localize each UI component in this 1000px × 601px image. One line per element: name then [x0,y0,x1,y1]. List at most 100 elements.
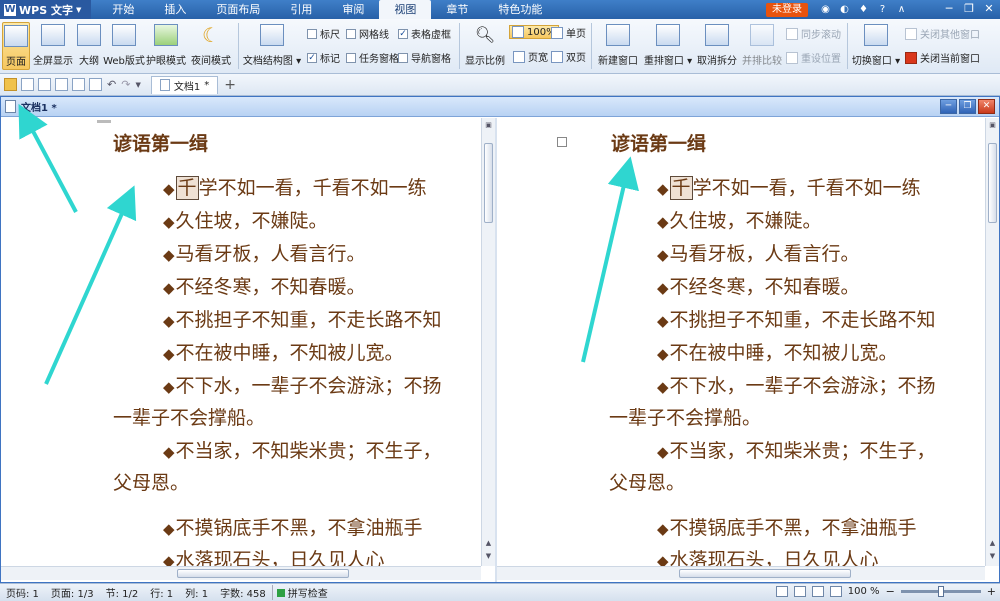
cancel-split-button[interactable]: 取消拆分 [696,22,738,70]
chevron-down-icon[interactable]: ▼ [135,81,140,89]
minimize-icon[interactable]: ─ [940,1,958,17]
reset-position-button[interactable]: 重设位置 [786,50,841,65]
close-current-window-button[interactable]: 关闭当前窗口 [905,50,980,65]
menu-home[interactable]: 开始 [97,0,149,19]
menu-page-layout[interactable]: 页面布局 [201,0,275,19]
night-mode-button[interactable]: ☾ 夜间模式 [191,22,231,70]
outline-view-icon[interactable] [811,586,824,597]
outline-button[interactable]: 大纲 [76,22,102,70]
status-words[interactable]: 字数: 458 [214,585,272,600]
doc-minimize-icon[interactable]: ─ [940,99,957,114]
hscroll-thumb[interactable] [177,569,349,578]
menu-view[interactable]: 视图 [379,0,432,19]
doc-close-icon[interactable]: ✕ [978,99,995,114]
wps-logo-icon: W [4,3,16,16]
page-width-button[interactable]: 页宽 [513,49,548,64]
read-view-icon[interactable] [793,586,806,597]
web-view-icon[interactable] [829,586,842,597]
page-view-icon[interactable] [775,586,788,597]
app-menu-button[interactable]: W WPS 文字 ▼ [0,0,92,19]
doc-line: ◆不经冬寒，不知春暖。 [163,276,366,298]
marks-checkbox[interactable]: ✓ 标记 [307,50,340,65]
document-tab[interactable]: 文档1 * [150,75,219,94]
new-window-button[interactable]: 新建窗口 [597,22,639,70]
scroll-split-icon[interactable]: ▣ [483,120,494,131]
split-icon [705,24,729,46]
view-page-button[interactable]: 页面 [2,22,30,70]
chevron-down-icon: ▼ [75,5,82,14]
login-button[interactable]: 未登录 [766,3,808,17]
restore-icon[interactable]: ❐ [960,1,978,17]
sync-icon[interactable]: ◉ [818,2,833,17]
redo-icon[interactable]: ↷ [121,78,130,91]
single-page-button[interactable]: 单页 [551,25,586,40]
double-page-button[interactable]: 双页 [551,49,586,64]
scroll-split-icon[interactable]: ▣ [987,120,998,131]
shirt-icon[interactable]: ♦ [856,2,871,17]
web-layout-button[interactable]: Web版式 [103,22,145,70]
checkbox-box [398,52,408,63]
zoom-out-icon[interactable]: − [886,585,895,598]
menu-review[interactable]: 审阅 [327,0,379,19]
scroll-down-icon[interactable]: ▼ [483,551,494,562]
nav-pane-checkbox[interactable]: 导航窗格 [398,50,451,65]
print-preview-icon[interactable] [72,78,85,91]
side-by-side-button[interactable]: 并排比较 [741,22,783,70]
menu-references[interactable]: 引用 [275,0,327,19]
scroll-thumb[interactable] [484,143,493,223]
doc-line: ◆久住坡，不嫌陡。 [163,210,328,232]
task-pane-checkbox[interactable]: 任务窗格 [346,50,399,65]
zoom-ratio-button[interactable]: 🔍︎ 显示比例 [465,22,505,70]
split-pane-right[interactable]: 谚语第一缉 ◆ 千学不如一看，千看不如一练 ◆久住坡，不嫌陡。 ◆马看牙板，人看言… [497,118,999,582]
page-icon [557,137,567,147]
fullscreen-button[interactable]: 全屏显示 [33,22,73,70]
add-tab-icon[interactable]: + [224,77,236,93]
sync-scroll-icon [786,27,798,40]
sync-scroll-button[interactable]: 同步滚动 [786,26,841,41]
zoom-slider-knob[interactable] [937,586,944,597]
export-pdf-icon[interactable] [38,78,51,91]
arrange-window-icon [656,24,680,46]
check-icon: ✓ [398,28,408,39]
page-view-icon [4,25,28,47]
close-other-windows-button[interactable]: 关闭其他窗口 [905,26,980,41]
horizontal-scrollbar-left[interactable] [1,566,481,580]
menu-insert[interactable]: 插入 [149,0,201,19]
scroll-up-icon[interactable]: ▲ [483,538,494,549]
table-frame-checkbox[interactable]: ✓ 表格虚框 [398,26,451,41]
scroll-up-icon[interactable]: ▲ [987,538,998,549]
vertical-scrollbar-left[interactable]: ▣ ▲ ▼ [481,118,495,566]
help-icon[interactable]: ? [875,2,890,17]
gridlines-checkbox[interactable]: 网格线 [346,26,389,41]
ruler-checkbox[interactable]: 标尺 [307,26,340,41]
save-icon[interactable] [21,78,34,91]
eye-protection-button[interactable]: 护眼模式 [146,22,186,70]
horizontal-scrollbar-right[interactable] [497,566,985,580]
menu-special[interactable]: 特色功能 [483,0,557,19]
hscroll-thumb[interactable] [679,569,851,578]
menu-chapter[interactable]: 章节 [431,0,483,19]
zoom-100-icon [512,26,524,38]
switch-window-button[interactable]: 切换窗口 ▾ [852,22,900,70]
arrow-icon[interactable]: ∧ [894,2,909,17]
doc-restore-icon[interactable]: ❐ [959,99,976,114]
close-icon[interactable]: ✕ [980,1,998,17]
spell-check-button[interactable]: 拼写检查 [271,585,328,600]
vertical-scrollbar-right[interactable]: ▣ ▲ ▼ [985,118,999,566]
print-icon[interactable] [55,78,68,91]
undo-icon[interactable]: ↶ [107,78,116,91]
open-folder-icon[interactable] [4,78,17,91]
document-page-left[interactable]: 谚语第一缉 ◆ 千学不如一看，千看不如一练 ◆久住坡，不嫌陡。 ◆马看牙板，人看言… [1,118,481,566]
scroll-down-icon[interactable]: ▼ [987,551,998,562]
zoom-in-icon[interactable]: + [987,585,996,598]
scroll-thumb[interactable] [988,143,997,223]
skin-icon[interactable]: ◐ [837,2,852,17]
zoom-percent[interactable]: 100 % [848,586,880,597]
split-pane-left[interactable]: 谚语第一缉 ◆ 千学不如一看，千看不如一练 ◆久住坡，不嫌陡。 ◆马看牙板，人看言… [1,118,495,582]
copy-icon[interactable] [89,78,102,91]
zoom-slider[interactable] [900,586,981,597]
doc-structure-button[interactable]: 文档结构图 ▾ [243,22,301,70]
document-page-right[interactable]: 谚语第一缉 ◆ 千学不如一看，千看不如一练 ◆久住坡，不嫌陡。 ◆马看牙板，人看言… [497,118,985,566]
ribbon-view: 页面 全屏显示 大纲 Web版式 护眼模式 ☾ 夜间模式 文档结构图 ▾ 标尺 … [0,19,1000,74]
arrange-window-button[interactable]: 重排窗口 ▾ [643,22,693,70]
